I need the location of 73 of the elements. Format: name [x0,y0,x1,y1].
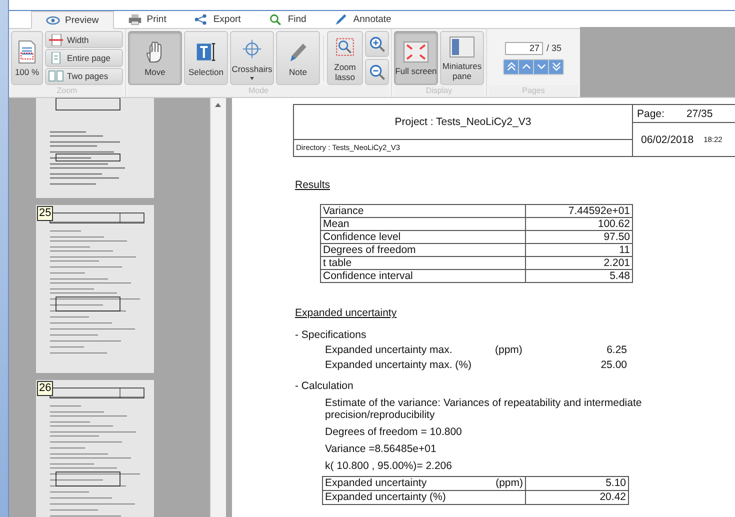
page-label: Page: [637,108,664,120]
project-title: Project : Tests_NeoLiCy2_V3 [294,105,632,140]
two-pages-icon [48,70,64,82]
table-cell: Mean [320,218,526,230]
zoom-option-button[interactable]: Entire page [45,49,123,67]
first-page-button[interactable] [504,60,518,74]
pane-icon [449,36,475,58]
next-page-button[interactable] [534,60,548,74]
spec-unit: (ppm) [495,344,522,356]
page-number-field[interactable]: 27 [505,42,544,54]
table-cell: 5.10 [526,476,628,490]
zoom-100-button[interactable]: 100 % [11,31,43,85]
zoom-in-icon [368,36,386,52]
printer-icon [128,14,142,25]
spec-value: 25.00 [600,359,627,371]
mode-tool-button[interactable]: Note [276,31,320,85]
page-number: 27/35 [686,108,713,120]
subsection-heading: - Calculation [294,380,354,392]
mode-tool-button[interactable]: Selection [184,31,228,85]
pen-icon [334,14,348,25]
double-down-chevron-icon [552,62,560,71]
zoom-lasso-button[interactable]: Zoom lasso [327,31,363,85]
ribbon-tab[interactable]: Preview [31,11,114,29]
calculation-text: k( 10.800 , 95.00%)= 2.206 [324,460,453,472]
search-icon [268,14,283,25]
table-cell: Expanded uncertainty (ppm) [322,476,526,490]
display-button[interactable]: Full screen [394,31,438,85]
calculation-text: Estimate of the variance: Variances of repeatability and intermediate precision/reproducibility [324,397,643,421]
page-width-icon [48,34,64,46]
eye-icon [46,14,60,26]
table-cell: Variance [320,204,526,218]
previous-page-button[interactable] [519,60,533,74]
page-icon [17,40,37,64]
zoom-in-button[interactable] [365,31,389,57]
down-chevron-icon [536,62,546,71]
spec-name: Expanded uncertainty max. [325,344,454,356]
scrollbar[interactable] [210,98,226,517]
table-cell: 100.62 [526,218,632,230]
section-heading: Expanded uncertainty [294,307,398,319]
spec-value: 6.25 [606,344,627,356]
table-cell: 20.42 [526,490,628,504]
zoom-option-button[interactable]: Two pages [45,68,123,85]
last-page-button[interactable] [549,60,563,74]
table-cell: Confidence level [320,230,526,244]
up-chevron-icon [522,62,530,71]
section-heading: Results [294,179,332,191]
table-cell: 11 [526,244,632,256]
date-text: 06/02/2018 [641,134,694,146]
table-cell: Degrees of freedom [320,244,526,256]
scroll-up-icon [215,103,221,107]
mode-tool-button[interactable]: Move [128,31,182,85]
page-number-badge: 25 [37,206,54,221]
zoom-out-button[interactable] [365,59,389,85]
page-total: / 35 [546,43,562,53]
subsection-heading: - Specifications [294,329,368,341]
mode-tool-button[interactable]: Crosshairs [230,31,274,85]
zoom-out-icon [368,64,386,80]
table-cell: t table [320,256,526,270]
table-cell: 2.201 [526,256,632,270]
calculation-text: Degrees of freedom = 10.800 [324,426,463,438]
display-button[interactable]: Miniatures pane [440,31,484,85]
double-up-chevron-icon [506,62,516,71]
table-cell: 7.44592e+01 [526,204,632,218]
fullscreen-icon [403,40,429,62]
page-number-badge: 26 [37,381,54,396]
table-cell: 97.50 [526,230,632,244]
calculation-text: Variance =8.56485e+01 [324,443,438,455]
spec-name: Expanded uncertainty max. (%) [325,359,472,371]
zoom-option-button[interactable]: Width [45,31,123,48]
table-cell: 5.48 [526,270,632,282]
table-cell: Expanded uncertainty (%) [322,490,526,504]
table-cell: Confidence interval [320,270,526,282]
share-icon [194,14,208,25]
